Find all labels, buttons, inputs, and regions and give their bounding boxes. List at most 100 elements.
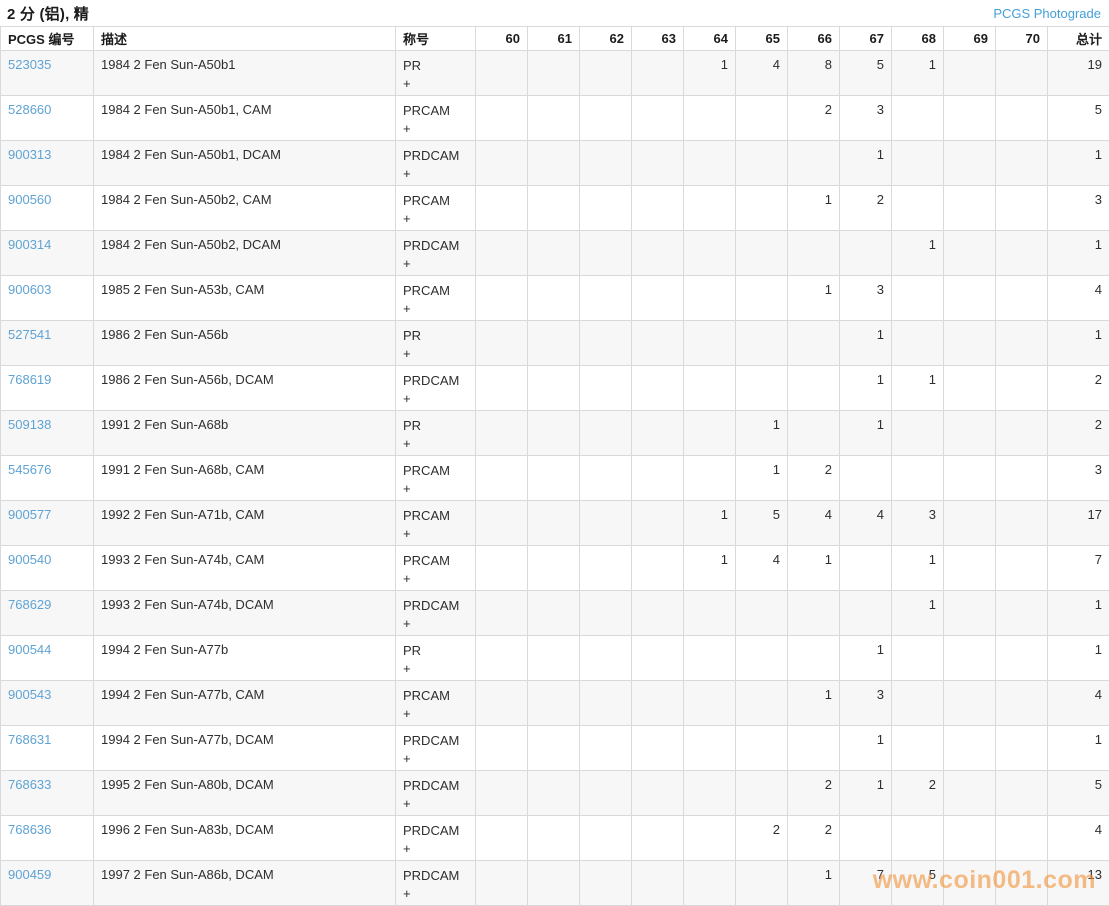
header-grade-68: 68 (892, 27, 944, 51)
grade-cell (944, 411, 996, 456)
description-cell: 1997 2 Fen Sun-A86b, DCAM (94, 861, 396, 906)
designation-cell: PRDCAM + (396, 591, 476, 636)
designation-plus: + (403, 75, 468, 93)
grade-cell (996, 636, 1048, 681)
pcgs-number-cell: 768636 (1, 816, 94, 861)
pcgs-number-link[interactable]: 900577 (8, 507, 51, 522)
description-cell: 1986 2 Fen Sun-A56b (94, 321, 396, 366)
description-cell: 1994 2 Fen Sun-A77b, CAM (94, 681, 396, 726)
pcgs-number-link[interactable]: 900313 (8, 147, 51, 162)
pcgs-number-link[interactable]: 900540 (8, 552, 51, 567)
grade-cell (632, 816, 684, 861)
grade-cell (632, 861, 684, 906)
grade-cell: 2 (736, 816, 788, 861)
pcgs-number-link[interactable]: 768631 (8, 732, 51, 747)
pcgs-number-link[interactable]: 545676 (8, 462, 51, 477)
grade-cell (944, 456, 996, 501)
pcgs-number-link[interactable]: 768619 (8, 372, 51, 387)
grade-cell (580, 591, 632, 636)
pcgs-number-cell: 527541 (1, 321, 94, 366)
grade-cell (580, 186, 632, 231)
grade-cell (996, 276, 1048, 321)
grade-cell (892, 186, 944, 231)
pcgs-number-link[interactable]: 900314 (8, 237, 51, 252)
designation-plus: + (403, 570, 468, 588)
pcgs-number-link[interactable]: 900459 (8, 867, 51, 882)
table-row: 527541 1986 2 Fen Sun-A56b PR + 1 1 (1, 321, 1109, 366)
grade-cell (892, 816, 944, 861)
description-cell: 1984 2 Fen Sun-A50b2, CAM (94, 186, 396, 231)
grade-cell: 2 (788, 816, 840, 861)
grade-cell: 1 (892, 591, 944, 636)
table-header: PCGS 编号 描述 称号 60 61 62 63 64 65 66 67 68… (1, 27, 1109, 51)
photograde-link[interactable]: PCGS Photograde (993, 6, 1101, 21)
header-grade-60: 60 (476, 27, 528, 51)
pcgs-number-link[interactable]: 900543 (8, 687, 51, 702)
header-grade-66: 66 (788, 27, 840, 51)
grade-cell (476, 96, 528, 141)
pcgs-number-link[interactable]: 900603 (8, 282, 51, 297)
grade-cell (736, 186, 788, 231)
grade-cell (996, 546, 1048, 591)
designation-label: PR (403, 327, 468, 345)
grade-cell (632, 636, 684, 681)
designation-label: PRDCAM (403, 732, 468, 750)
designation-cell: PRCAM + (396, 501, 476, 546)
table-row: 768619 1986 2 Fen Sun-A56b, DCAM PRDCAM … (1, 366, 1109, 411)
description-cell: 1994 2 Fen Sun-A77b (94, 636, 396, 681)
header-grade-61: 61 (528, 27, 580, 51)
designation-label: PRDCAM (403, 777, 468, 795)
grade-cell: 1 (788, 276, 840, 321)
grade-cell (528, 231, 580, 276)
grade-cell: 1 (840, 321, 892, 366)
grade-cell (528, 861, 580, 906)
grade-cell (996, 681, 1048, 726)
grade-cell (684, 186, 736, 231)
pcgs-number-link[interactable]: 527541 (8, 327, 51, 342)
grade-cell (476, 231, 528, 276)
description-cell: 1984 2 Fen Sun-A50b2, DCAM (94, 231, 396, 276)
grade-cell (944, 276, 996, 321)
pcgs-number-link[interactable]: 900544 (8, 642, 51, 657)
description-cell: 1994 2 Fen Sun-A77b, DCAM (94, 726, 396, 771)
designation-plus: + (403, 390, 468, 408)
grade-cell (476, 591, 528, 636)
pcgs-number-cell: 768631 (1, 726, 94, 771)
designation-plus: + (403, 885, 468, 903)
designation-label: PRCAM (403, 687, 468, 705)
designation-plus: + (403, 525, 468, 543)
grade-cell: 3 (840, 681, 892, 726)
grade-cell (892, 276, 944, 321)
pcgs-number-link[interactable]: 900560 (8, 192, 51, 207)
grade-cell (788, 636, 840, 681)
pcgs-number-cell: 768619 (1, 366, 94, 411)
designation-label: PRCAM (403, 282, 468, 300)
grade-cell (892, 411, 944, 456)
grade-cell (684, 321, 736, 366)
grade-cell (528, 501, 580, 546)
grade-cell (684, 141, 736, 186)
grade-cell (944, 51, 996, 96)
pcgs-number-link[interactable]: 768629 (8, 597, 51, 612)
table-row: 900544 1994 2 Fen Sun-A77b PR + 1 1 (1, 636, 1109, 681)
pcgs-number-link[interactable]: 768633 (8, 777, 51, 792)
table-row: 900560 1984 2 Fen Sun-A50b2, CAM PRCAM +… (1, 186, 1109, 231)
total-cell: 4 (1048, 681, 1109, 726)
table-row: 545676 1991 2 Fen Sun-A68b, CAM PRCAM + … (1, 456, 1109, 501)
pcgs-number-link[interactable]: 528660 (8, 102, 51, 117)
total-cell: 1 (1048, 726, 1109, 771)
pcgs-number-link[interactable]: 768636 (8, 822, 51, 837)
designation-plus: + (403, 300, 468, 318)
designation-cell: PRCAM + (396, 681, 476, 726)
designation-cell: PRCAM + (396, 276, 476, 321)
grade-cell: 1 (736, 456, 788, 501)
designation-label: PRDCAM (403, 372, 468, 390)
grade-cell (996, 141, 1048, 186)
total-cell: 3 (1048, 186, 1109, 231)
grade-cell: 2 (788, 771, 840, 816)
grade-cell (788, 321, 840, 366)
pcgs-number-link[interactable]: 523035 (8, 57, 51, 72)
pcgs-number-link[interactable]: 509138 (8, 417, 51, 432)
grade-cell (892, 636, 944, 681)
grade-cell (580, 501, 632, 546)
